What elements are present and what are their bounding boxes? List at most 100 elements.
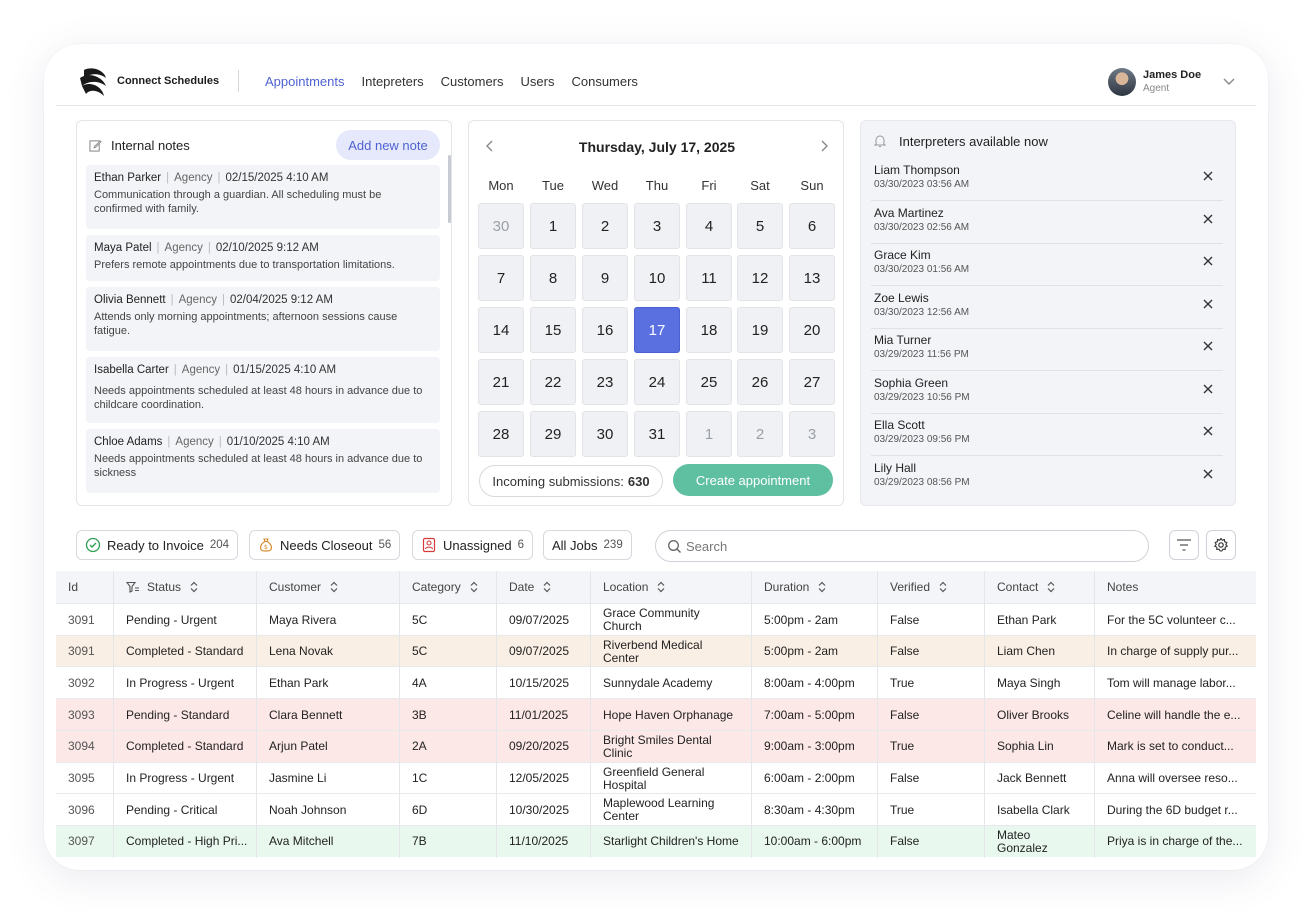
chevron-right-icon[interactable] [817,139,831,153]
calendar-day-selected[interactable]: 17 [634,307,680,353]
interpreter-row[interactable]: Zoe Lewis 03/30/2023 12:56 AM [871,287,1223,329]
add-note-button[interactable]: Add new note [336,130,440,160]
interpreter-row[interactable]: Lily Hall 03/29/2023 08:56 PM [871,457,1223,499]
note-item[interactable]: Isabella Carter | Agency | 01/15/2025 4:10 A… [86,357,440,423]
column-header-category[interactable]: Category [400,571,497,603]
calendar-day[interactable]: 3 [634,203,680,249]
incoming-submissions[interactable]: Incoming submissions: 630 [479,465,663,497]
nav-users[interactable]: Users [521,74,555,89]
column-header-contact[interactable]: Contact [985,571,1095,603]
nav-consumers[interactable]: Consumers [571,74,637,89]
sort-icon[interactable] [657,581,665,593]
calendar-day[interactable]: 18 [686,307,732,353]
column-header-customer[interactable]: Customer [257,571,400,603]
calendar-day[interactable]: 15 [530,307,576,353]
calendar-day[interactable]: 10 [634,255,680,301]
filter-ready-to-invoice[interactable]: Ready to Invoice 204 [76,530,239,560]
calendar-day[interactable]: 12 [737,255,783,301]
filter-unassigned[interactable]: Unassigned 6 [412,530,534,560]
table-row[interactable]: 3094 Completed - Standard Arjun Patel 2A 09/… [56,729,1256,763]
calendar-day[interactable]: 23 [582,359,628,405]
calendar-day[interactable]: 27 [789,359,835,405]
nav-appointments[interactable]: Appointments [265,74,345,89]
notes-scrollbar[interactable] [448,155,451,223]
table-row[interactable]: 3096 Pending - Critical Noah Johnson 6D 10/3… [56,793,1256,827]
note-item[interactable]: Maya Patel | Agency | 02/10/2025 9:12 AM Pre… [86,235,440,281]
calendar-day[interactable]: 11 [686,255,732,301]
calendar-day[interactable]: 9 [582,255,628,301]
calendar-day[interactable]: 26 [737,359,783,405]
search-box[interactable] [655,530,1149,562]
chevron-down-icon[interactable] [1222,74,1236,88]
column-header-location[interactable]: Location [591,571,752,603]
column-header-date[interactable]: Date [497,571,591,603]
close-icon[interactable] [1202,213,1214,225]
calendar-day[interactable]: 2 [582,203,628,249]
calendar-day[interactable]: 2 [737,411,783,457]
interpreter-row[interactable]: Grace Kim 03/30/2023 01:56 AM [871,244,1223,286]
calendar-day[interactable]: 1 [686,411,732,457]
interpreter-row[interactable]: Ella Scott 03/29/2023 09:56 PM [871,414,1223,456]
brand-logo-icon[interactable] [76,64,112,100]
close-icon[interactable] [1202,298,1214,310]
note-item[interactable]: Olivia Bennett | Agency | 02/04/2025 9:12 AM… [86,287,440,351]
status-filter-icon[interactable] [126,581,140,594]
calendar-day[interactable]: 6 [789,203,835,249]
calendar-day[interactable]: 14 [478,307,524,353]
user-menu[interactable]: James Doe Agent [1108,68,1238,98]
table-row[interactable]: 3095 In Progress - Urgent Jasmine Li 1C 12/0… [56,761,1256,795]
calendar-day[interactable]: 5 [737,203,783,249]
calendar-day[interactable]: 8 [530,255,576,301]
interpreter-row[interactable]: Ava Martinez 03/30/2023 02:56 AM [871,202,1223,244]
interpreter-row[interactable]: Mia Turner 03/29/2023 11:56 PM [871,329,1223,371]
nav-interpreters[interactable]: Intepreters [362,74,424,89]
calendar-day[interactable]: 4 [686,203,732,249]
calendar-day[interactable]: 7 [478,255,524,301]
calendar-day[interactable]: 21 [478,359,524,405]
calendar-day[interactable]: 16 [582,307,628,353]
calendar-day[interactable]: 29 [530,411,576,457]
close-icon[interactable] [1202,170,1214,182]
nav-customers[interactable]: Customers [441,74,504,89]
calendar-day[interactable]: 24 [634,359,680,405]
column-header-verified[interactable]: Verified [878,571,985,603]
filter-all-jobs[interactable]: All Jobs 239 [543,530,632,560]
sort-icon[interactable] [1047,581,1055,593]
table-row[interactable]: 3097 Completed - High Pri... Ava Mitchell 7… [56,824,1256,858]
calendar-day[interactable]: 20 [789,307,835,353]
close-icon[interactable] [1202,340,1214,352]
calendar-day[interactable]: 3 [789,411,835,457]
sort-icon[interactable] [470,581,478,593]
search-input[interactable] [686,531,1136,561]
table-row[interactable]: 3093 Pending - Standard Clara Bennett 3B 11/… [56,698,1256,732]
calendar-day[interactable]: 30 [478,203,524,249]
column-header-status[interactable]: Status [114,571,257,603]
sort-icon[interactable] [939,581,947,593]
calendar-day[interactable]: 13 [789,255,835,301]
filter-button[interactable] [1169,530,1199,560]
close-icon[interactable] [1202,255,1214,267]
calendar-day[interactable]: 25 [686,359,732,405]
table-row[interactable]: 3092 In Progress - Urgent Ethan Park 4A 10/1… [56,666,1256,700]
column-header-duration[interactable]: Duration [752,571,878,603]
note-item[interactable]: Ethan Parker | Agency | 02/15/2025 4:10 AM C… [86,165,440,229]
table-row[interactable]: 3091 Completed - Standard Lena Novak 5C 09/0… [56,634,1256,668]
close-icon[interactable] [1202,425,1214,437]
interpreter-row[interactable]: Liam Thompson 03/30/2023 03:56 AM [871,159,1223,201]
calendar-day[interactable]: 30 [582,411,628,457]
calendar-day[interactable]: 31 [634,411,680,457]
calendar-day[interactable]: 1 [530,203,576,249]
settings-button[interactable] [1206,530,1236,560]
create-appointment-button[interactable]: Create appointment [673,464,833,496]
sort-icon[interactable] [330,581,338,593]
sort-icon[interactable] [190,581,198,593]
note-item[interactable]: Chloe Adams | Agency | 01/10/2025 4:10 AM Ne… [86,429,440,493]
sort-icon[interactable] [818,581,826,593]
sort-icon[interactable] [543,581,551,593]
calendar-day[interactable]: 22 [530,359,576,405]
calendar-day[interactable]: 28 [478,411,524,457]
close-icon[interactable] [1202,383,1214,395]
filter-needs-closeout[interactable]: $ Needs Closeout 56 [249,530,401,560]
close-icon[interactable] [1202,468,1214,480]
interpreter-row[interactable]: Sophia Green 03/29/2023 10:56 PM [871,372,1223,414]
